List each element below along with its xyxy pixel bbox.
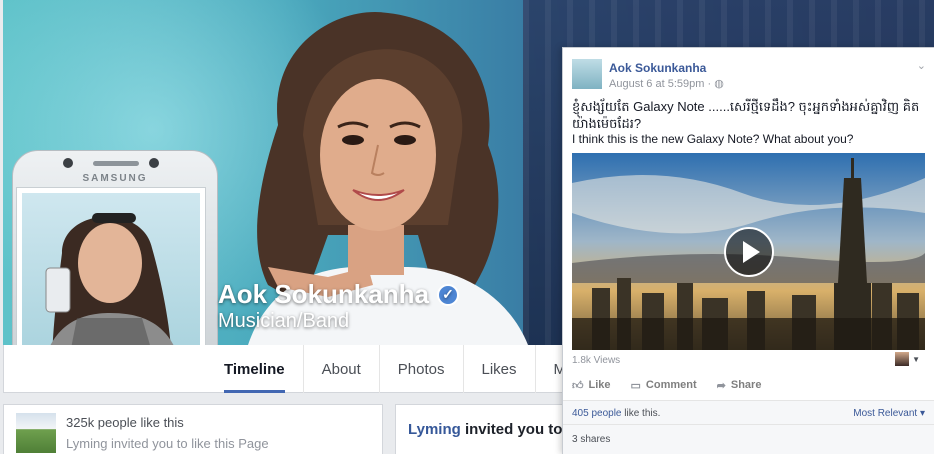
comment-icon: ▭ bbox=[630, 379, 641, 392]
video-views: 1.8k Views bbox=[572, 355, 621, 366]
page-likes-card: 325k people like this Lyming invited you… bbox=[3, 404, 383, 454]
comment-sort-dropdown[interactable]: Most Relevant ▾ bbox=[853, 408, 925, 419]
play-icon bbox=[743, 241, 760, 263]
sort-label: Most Relevant bbox=[853, 408, 918, 419]
page-name-text: Aok Sokunkanha bbox=[218, 279, 429, 309]
friend-avatar[interactable] bbox=[16, 413, 56, 453]
post-author-avatar[interactable] bbox=[572, 59, 602, 89]
caret-down-icon: ▾ bbox=[917, 408, 925, 419]
comment-button[interactable]: ▭ Comment bbox=[631, 379, 697, 392]
post-text-khmer: ខ្ញុំសង្ស័យតែ Galaxy Note ......សេរីថ្មី… bbox=[572, 99, 920, 131]
tab-photos[interactable]: Photos bbox=[380, 345, 464, 393]
post-video[interactable] bbox=[572, 153, 925, 350]
page-likes-count[interactable]: 325k people like this bbox=[66, 415, 184, 430]
caret-down-icon: ▼ bbox=[912, 354, 920, 364]
invite-notice: Lyming invited you to like this Page bbox=[66, 436, 269, 451]
post-timestamp[interactable]: August 6 at 5:59pm bbox=[609, 78, 704, 90]
invite-card: Lyming invited you to bbox=[395, 404, 565, 454]
phone-camera-icon bbox=[63, 158, 73, 168]
share-arrow-icon: ➦ bbox=[716, 379, 726, 392]
inviter-name-link[interactable]: Lyming bbox=[408, 421, 461, 438]
audience-selector[interactable]: ▼ bbox=[895, 352, 920, 366]
post-likes-suffix: like this. bbox=[621, 408, 661, 419]
globe-icon: · ◍ bbox=[707, 78, 724, 90]
chevron-down-icon[interactable]: ⌄ bbox=[917, 59, 926, 72]
verified-badge-icon: ✓ bbox=[436, 283, 459, 306]
page-category[interactable]: Musician/Band bbox=[218, 310, 349, 333]
tab-likes[interactable]: Likes bbox=[464, 345, 536, 393]
post-likes-summary: 405 people like this. bbox=[572, 408, 660, 419]
post-likes-count-link[interactable]: 405 people bbox=[572, 408, 622, 419]
page-name-heading[interactable]: Aok Sokunkanha ✓ bbox=[218, 279, 459, 310]
post-text-english: I think this is the new Galaxy Note? Wha… bbox=[572, 132, 854, 146]
post-meta: August 6 at 5:59pm · ◍ bbox=[609, 77, 724, 90]
post-card: Aok Sokunkanha August 6 at 5:59pm · ◍ ⌄ … bbox=[562, 47, 934, 454]
phone-speaker bbox=[93, 161, 139, 166]
viewer-avatar bbox=[895, 352, 910, 366]
page-tabs: Timeline About Photos Likes Mo bbox=[209, 345, 594, 393]
post-shares[interactable]: 3 shares bbox=[563, 424, 934, 454]
phone-camera-icon bbox=[149, 158, 159, 168]
post-actions: 👍︎ Like ▭ Comment ➦ Share bbox=[572, 372, 925, 398]
page-navbar: Timeline About Photos Likes Mo bbox=[3, 345, 594, 393]
profile-picture-image bbox=[22, 193, 200, 369]
tab-timeline[interactable]: Timeline bbox=[209, 345, 304, 393]
comment-label: Comment bbox=[645, 379, 697, 391]
like-button[interactable]: 👍︎ Like bbox=[572, 379, 611, 392]
profile-portrait bbox=[42, 213, 182, 369]
invite-text: invited you to bbox=[460, 421, 563, 438]
post-author-name[interactable]: Aok Sokunkanha bbox=[609, 61, 706, 75]
thumbs-up-icon: 👍︎ bbox=[572, 379, 584, 392]
phone-brand: SAMSUNG bbox=[82, 173, 148, 184]
post-likes-bar: 405 people like this. Most Relevant ▾ bbox=[563, 400, 934, 424]
tab-about[interactable]: About bbox=[304, 345, 380, 393]
share-label: Share bbox=[730, 379, 762, 391]
share-button[interactable]: ➦ Share bbox=[717, 379, 762, 392]
play-button[interactable] bbox=[724, 227, 774, 277]
like-label: Like bbox=[588, 379, 611, 391]
